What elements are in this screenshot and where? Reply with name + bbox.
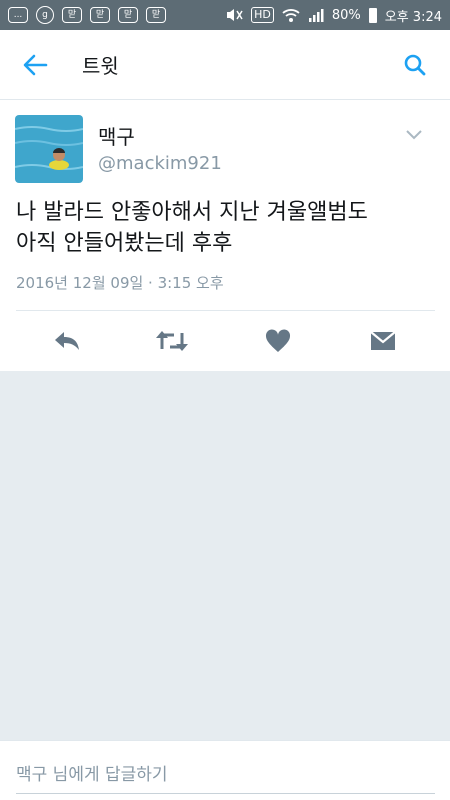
direct-message-button[interactable]	[363, 321, 403, 361]
toolbar: 트윗	[0, 30, 450, 100]
envelope-icon	[370, 331, 396, 350]
g-notification-icon: g	[36, 6, 54, 24]
retweet-button[interactable]	[152, 321, 192, 361]
tweet-menu-button[interactable]	[400, 123, 428, 147]
tweet-text-line: 아직 안들어봤는데 후후	[16, 231, 233, 256]
back-button[interactable]	[0, 30, 70, 100]
tweet-text: 나 발라드 안좋아해서 지난 겨울앨범도 아직 안들어봤는데 후후	[16, 197, 436, 259]
reply-icon	[54, 332, 79, 350]
tweet-timestamp: 2016년 12월 09일 · 3:15 오후	[16, 274, 224, 292]
chat-notification-icon: ...	[8, 7, 28, 23]
app-notification-icon: 맏	[118, 7, 138, 23]
tweet-actions	[0, 311, 450, 371]
reply-composer[interactable]: 맥구 님에게 답글하기	[0, 740, 450, 800]
battery-icon	[368, 7, 377, 23]
empty-content-area	[0, 371, 450, 740]
app-notification-icon: 맏	[90, 7, 110, 23]
search-icon	[404, 54, 426, 75]
retweet-icon	[156, 331, 189, 351]
tweet-text-line: 나 발라드 안좋아해서 지난 겨울앨범도	[16, 200, 368, 225]
status-bar: ... g 맏 맏 맏 맏 HD 80% 오후 3:24	[0, 0, 450, 30]
heart-icon	[265, 329, 290, 352]
mute-icon	[227, 9, 243, 21]
like-button[interactable]	[258, 321, 298, 361]
page-title: 트윗	[82, 54, 119, 78]
hd-voice-icon: HD	[251, 7, 274, 23]
author-handle[interactable]: @mackim921	[98, 153, 222, 174]
reply-input-placeholder[interactable]: 맥구 님에게 답글하기	[16, 760, 168, 785]
battery-percent: 80%	[331, 7, 361, 23]
signal-icon	[308, 9, 324, 22]
chevron-down-icon	[406, 130, 422, 140]
author-name[interactable]: 맥구	[98, 121, 135, 150]
clock: 오후 3:24	[384, 9, 442, 25]
reply-input-underline	[16, 793, 435, 794]
wifi-icon	[282, 9, 300, 22]
app-notification-icon: 맏	[62, 7, 82, 23]
app-notification-icon: 맏	[146, 7, 166, 23]
avatar[interactable]	[15, 115, 83, 183]
reply-button[interactable]	[47, 321, 87, 361]
search-button[interactable]	[380, 30, 450, 100]
arrow-left-icon	[23, 54, 48, 75]
